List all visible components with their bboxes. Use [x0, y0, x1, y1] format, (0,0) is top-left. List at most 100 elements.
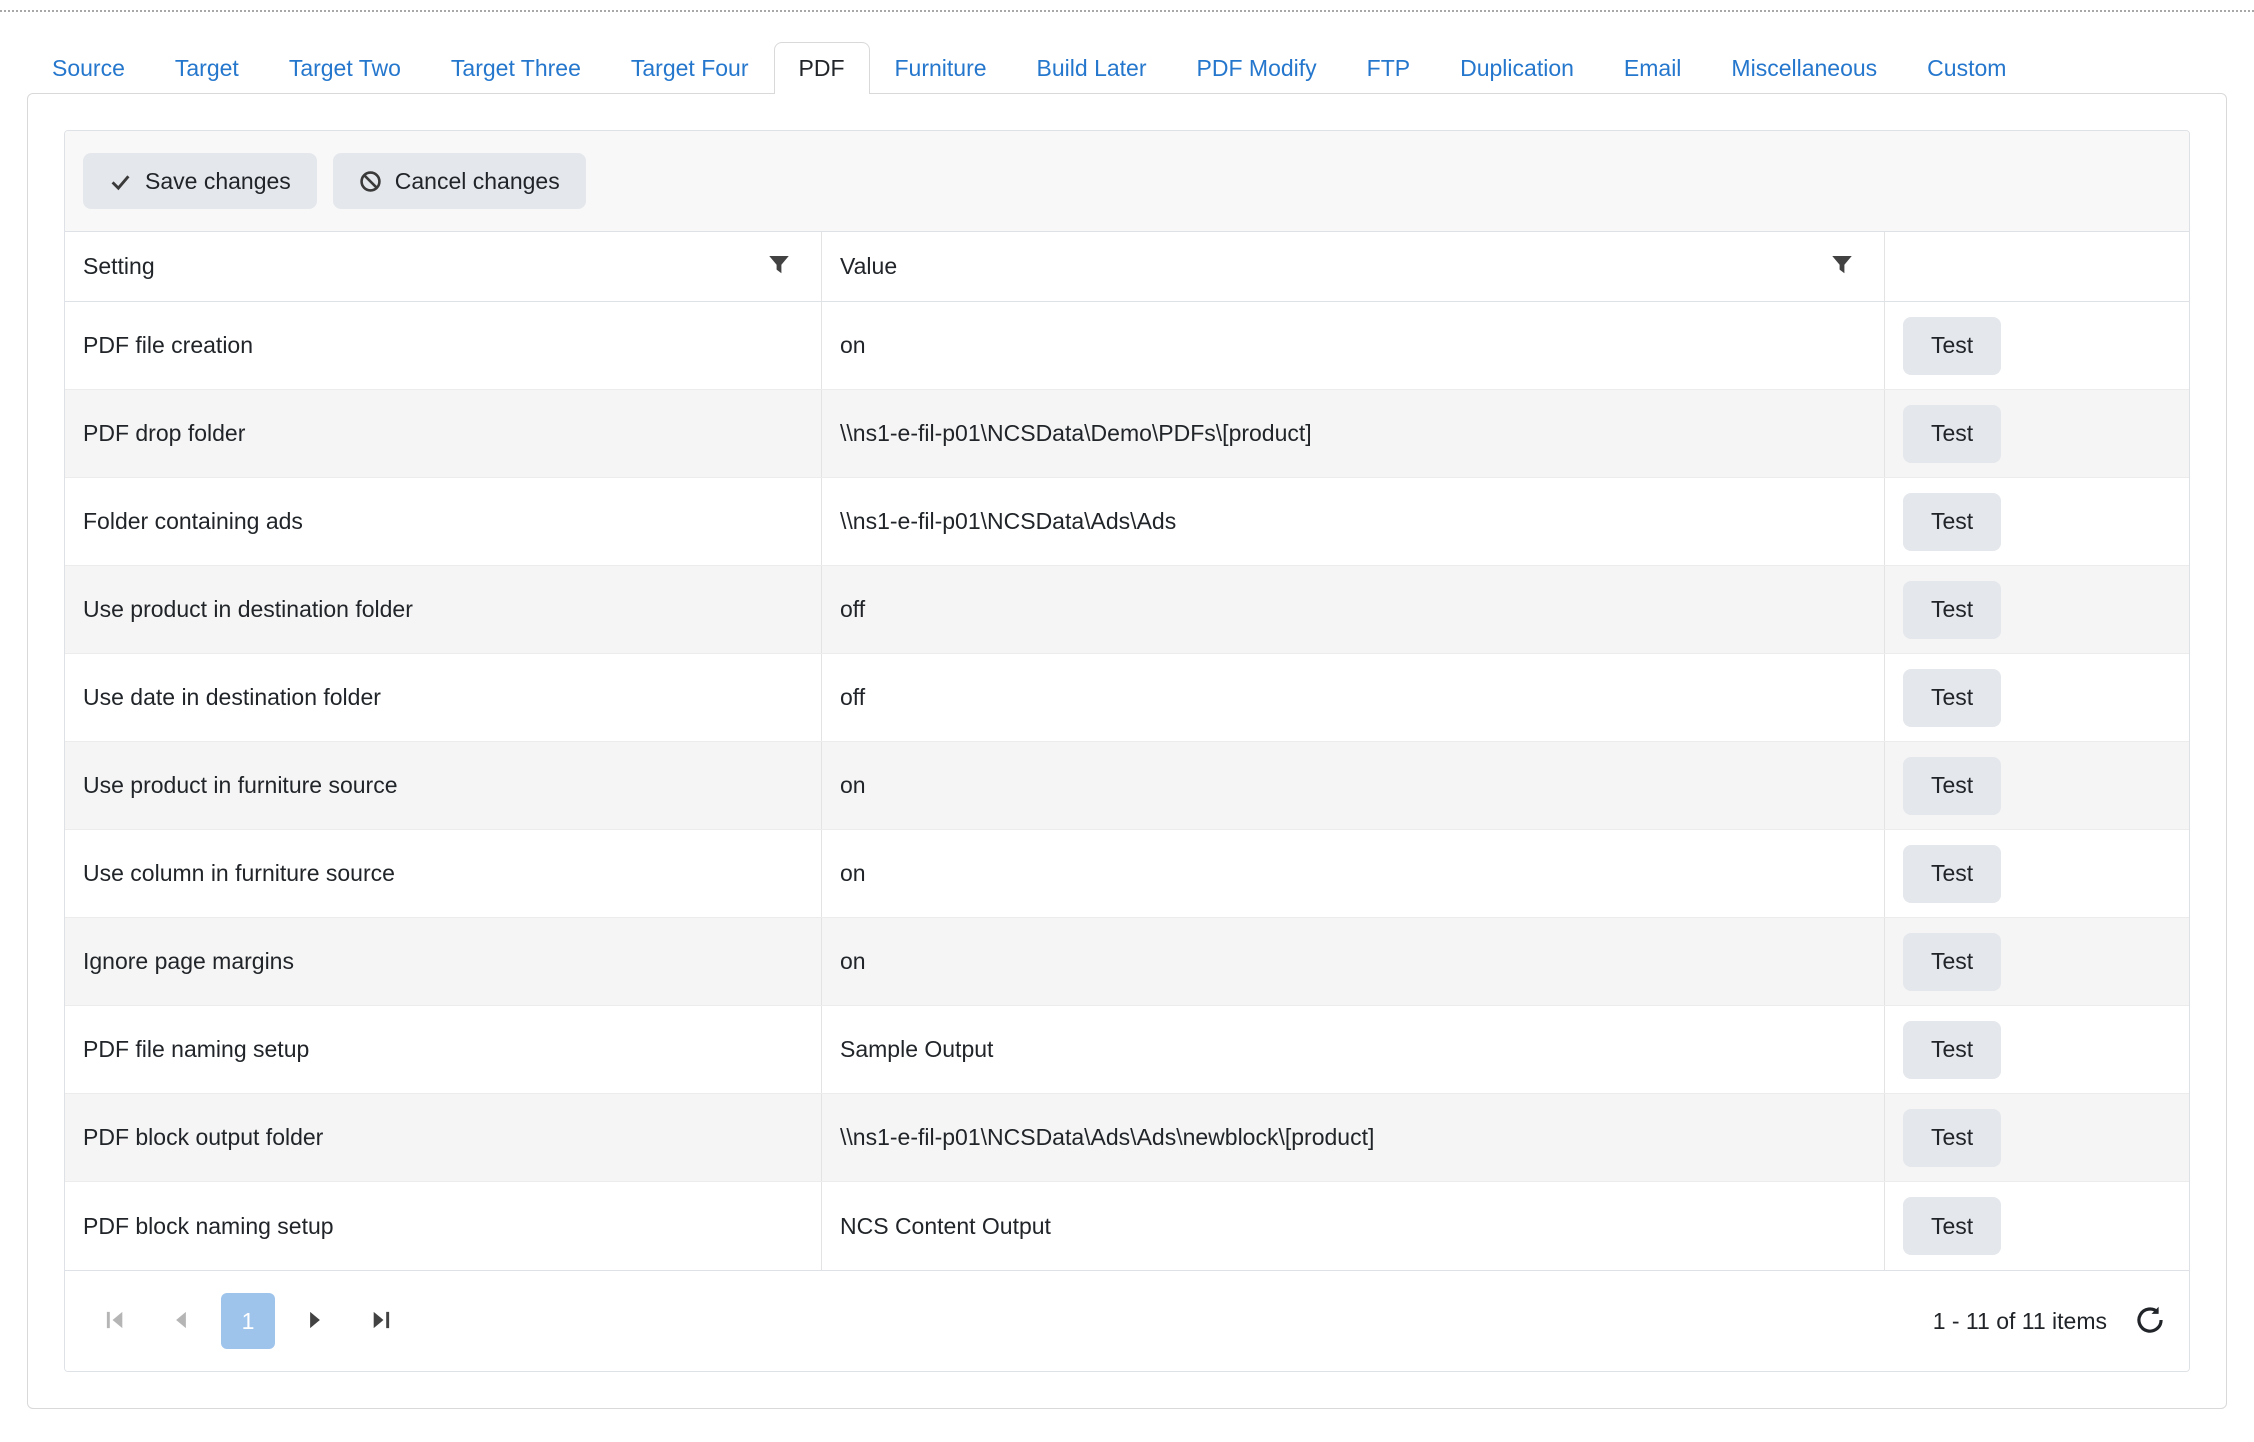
filter-icon: [767, 253, 791, 280]
value-cell: \\ns1-e-fil-p01\NCSData\Ads\Ads: [821, 478, 1884, 565]
action-cell: Test: [1884, 390, 2189, 477]
value-cell: Sample Output: [821, 1006, 1884, 1093]
column-header-value: Value: [821, 232, 1884, 301]
table-row: Folder containing ads \\ns1-e-fil-p01\NC…: [65, 478, 2189, 566]
value-cell: on: [821, 918, 1884, 1005]
setting-cell: Use date in destination folder: [65, 654, 821, 741]
value-cell: on: [821, 302, 1884, 389]
value-cell: off: [821, 654, 1884, 741]
test-button[interactable]: Test: [1903, 669, 2001, 727]
filter-icon: [1830, 253, 1854, 280]
setting-cell: Use column in furniture source: [65, 830, 821, 917]
column-header-value-label: Value: [840, 253, 1824, 280]
tab-target-three[interactable]: Target Three: [426, 42, 606, 94]
action-cell: Test: [1884, 302, 2189, 389]
previous-page-button[interactable]: [155, 1295, 207, 1347]
tab-email[interactable]: Email: [1599, 42, 1707, 94]
test-button[interactable]: Test: [1903, 757, 2001, 815]
page: Source Target Target Two Target Three Ta…: [0, 42, 2254, 1409]
setting-cell: PDF block output folder: [65, 1094, 821, 1181]
test-button[interactable]: Test: [1903, 493, 2001, 551]
cancel-changes-label: Cancel changes: [395, 168, 560, 195]
setting-cell: Use product in furniture source: [65, 742, 821, 829]
action-cell: Test: [1884, 566, 2189, 653]
table-row: Use date in destination folder off Test: [65, 654, 2189, 742]
tab-build-later[interactable]: Build Later: [1012, 42, 1172, 94]
setting-cell: Ignore page margins: [65, 918, 821, 1005]
table-row: PDF drop folder \\ns1-e-fil-p01\NCSData\…: [65, 390, 2189, 478]
tab-pdf[interactable]: PDF: [774, 42, 870, 94]
tab-source[interactable]: Source: [27, 42, 150, 94]
tab-target-two[interactable]: Target Two: [264, 42, 426, 94]
setting-cell: Use product in destination folder: [65, 566, 821, 653]
refresh-button[interactable]: [2135, 1305, 2165, 1338]
test-button[interactable]: Test: [1903, 1109, 2001, 1167]
grid-header: Setting Value: [65, 232, 2189, 302]
table-row: PDF file naming setup Sample Output Test: [65, 1006, 2189, 1094]
tabstrip: Source Target Target Two Target Three Ta…: [27, 42, 2227, 93]
table-row: Use product in furniture source on Test: [65, 742, 2189, 830]
action-cell: Test: [1884, 742, 2189, 829]
page-number-button[interactable]: 1: [221, 1293, 275, 1349]
save-changes-button[interactable]: Save changes: [83, 153, 317, 209]
table-row: Ignore page margins on Test: [65, 918, 2189, 1006]
column-header-setting-label: Setting: [83, 253, 761, 280]
previous-page-icon: [168, 1307, 194, 1336]
tab-duplication[interactable]: Duplication: [1435, 42, 1599, 94]
setting-cell: PDF block naming setup: [65, 1182, 821, 1270]
grid-toolbar: Save changes Cancel changes: [65, 131, 2189, 232]
action-cell: Test: [1884, 654, 2189, 741]
tab-custom[interactable]: Custom: [1902, 42, 2031, 94]
setting-filter-button[interactable]: [761, 247, 797, 286]
setting-cell: PDF drop folder: [65, 390, 821, 477]
table-row: Use product in destination folder off Te…: [65, 566, 2189, 654]
next-page-button[interactable]: [289, 1295, 341, 1347]
tab-pdf-modify[interactable]: PDF Modify: [1172, 42, 1342, 94]
tab-ftp[interactable]: FTP: [1342, 42, 1435, 94]
test-button[interactable]: Test: [1903, 405, 2001, 463]
value-cell: \\ns1-e-fil-p01\NCSData\Ads\Ads\newblock…: [821, 1094, 1884, 1181]
first-page-icon: [102, 1307, 128, 1336]
grid-body: PDF file creation on Test PDF drop folde…: [65, 302, 2189, 1270]
last-page-icon: [368, 1307, 394, 1336]
column-header-setting: Setting: [65, 232, 821, 301]
first-page-button[interactable]: [89, 1295, 141, 1347]
action-cell: Test: [1884, 1182, 2189, 1270]
pager-info: 1 - 11 of 11 items: [1933, 1308, 2107, 1335]
save-changes-label: Save changes: [145, 168, 291, 195]
test-button[interactable]: Test: [1903, 317, 2001, 375]
table-row: PDF file creation on Test: [65, 302, 2189, 390]
next-page-icon: [302, 1307, 328, 1336]
action-cell: Test: [1884, 1094, 2189, 1181]
table-row: Use column in furniture source on Test: [65, 830, 2189, 918]
cancel-changes-button[interactable]: Cancel changes: [333, 153, 586, 209]
test-button[interactable]: Test: [1903, 1197, 2001, 1255]
last-page-button[interactable]: [355, 1295, 407, 1347]
test-button[interactable]: Test: [1903, 845, 2001, 903]
test-button[interactable]: Test: [1903, 933, 2001, 991]
table-row: PDF block naming setup NCS Content Outpu…: [65, 1182, 2189, 1270]
setting-cell: PDF file naming setup: [65, 1006, 821, 1093]
value-cell: \\ns1-e-fil-p01\NCSData\Demo\PDFs\[produ…: [821, 390, 1884, 477]
tab-miscellaneous[interactable]: Miscellaneous: [1706, 42, 1902, 94]
tab-target[interactable]: Target: [150, 42, 264, 94]
tab-content-panel: Save changes Cancel changes Setting: [27, 93, 2227, 1409]
tab-furniture[interactable]: Furniture: [870, 42, 1012, 94]
test-button[interactable]: Test: [1903, 581, 2001, 639]
setting-cell: PDF file creation: [65, 302, 821, 389]
value-cell: on: [821, 830, 1884, 917]
value-filter-button[interactable]: [1824, 247, 1860, 286]
value-cell: NCS Content Output: [821, 1182, 1884, 1270]
check-icon: [109, 170, 132, 193]
action-cell: Test: [1884, 918, 2189, 1005]
cancel-icon: [359, 170, 382, 193]
test-button[interactable]: Test: [1903, 1021, 2001, 1079]
column-header-action: [1884, 232, 2189, 301]
action-cell: Test: [1884, 478, 2189, 565]
action-cell: Test: [1884, 1006, 2189, 1093]
settings-grid: Save changes Cancel changes Setting: [64, 130, 2190, 1372]
pager: 1 1 - 11 of 11 items: [65, 1270, 2189, 1371]
table-row: PDF block output folder \\ns1-e-fil-p01\…: [65, 1094, 2189, 1182]
tab-target-four[interactable]: Target Four: [606, 42, 774, 94]
setting-cell: Folder containing ads: [65, 478, 821, 565]
